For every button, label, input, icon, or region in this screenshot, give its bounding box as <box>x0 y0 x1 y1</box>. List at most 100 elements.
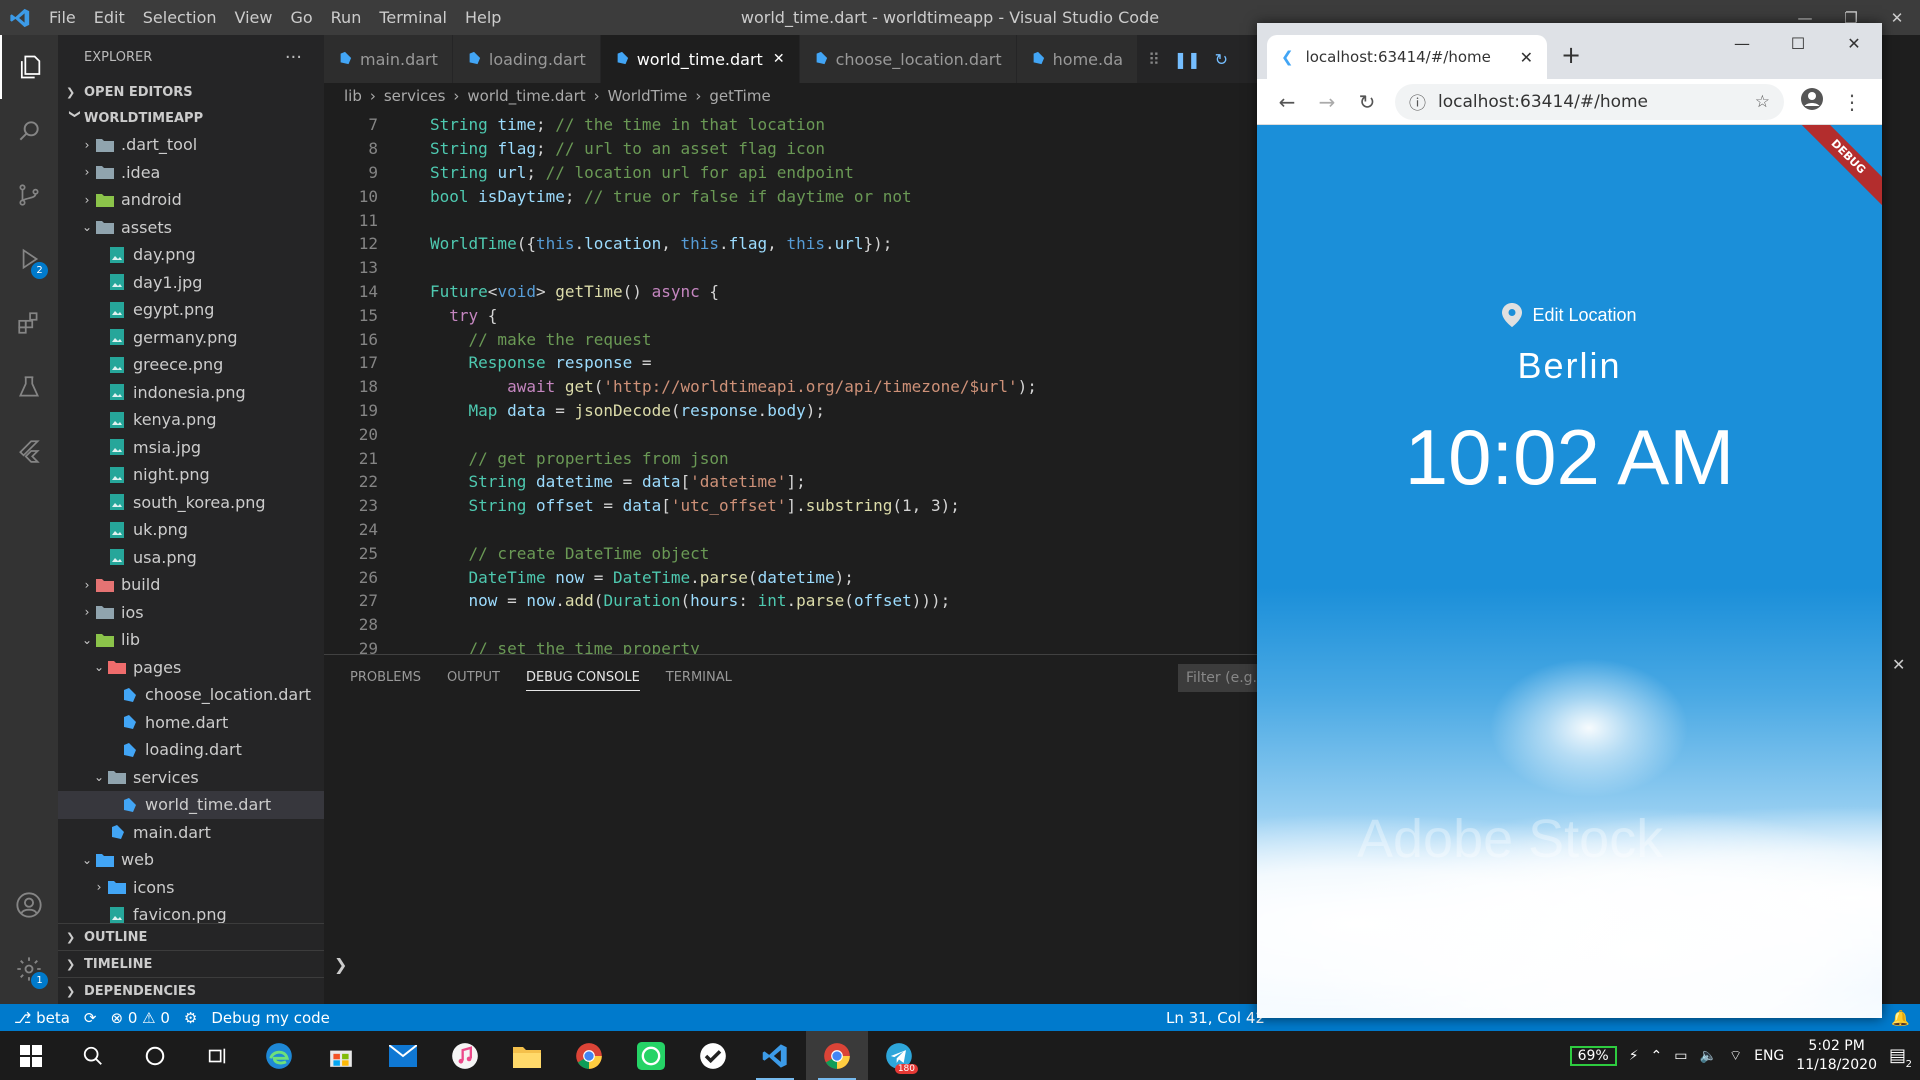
outline-section[interactable]: ❯ OUTLINE <box>58 924 324 950</box>
tree-folder[interactable]: ⌄ assets <box>58 214 324 242</box>
menu-item-terminal[interactable]: Terminal <box>370 0 456 35</box>
tree-file[interactable]: greece.png <box>58 351 324 379</box>
settings-gear-icon[interactable]: 1 <box>0 937 58 1001</box>
run-debug-activity-icon[interactable]: 2 <box>0 227 58 291</box>
tree-folder[interactable]: ⌄ lib <box>58 626 324 654</box>
tree-file[interactable]: egypt.png <box>58 296 324 324</box>
chrome-taskbar-icon-active[interactable] <box>806 1031 868 1080</box>
editor-tab[interactable]: main.dart <box>324 35 453 83</box>
info-icon[interactable]: ⓘ <box>1409 89 1426 114</box>
tree-folder[interactable]: › ios <box>58 599 324 627</box>
new-tab-button[interactable]: + <box>1561 41 1581 69</box>
editor-tab[interactable]: home.da <box>1016 35 1139 83</box>
tree-folder[interactable]: ⌄ services <box>58 764 324 792</box>
tree-file[interactable]: usa.png <box>58 544 324 572</box>
explorer-activity-icon[interactable] <box>0 35 58 99</box>
vscode-taskbar-icon[interactable] <box>744 1031 806 1080</box>
task-view-icon[interactable] <box>186 1031 248 1080</box>
menu-item-go[interactable]: Go <box>281 0 321 35</box>
cursor-position[interactable]: Ln 31, Col 42 <box>1166 1009 1265 1027</box>
search-icon[interactable] <box>62 1031 124 1080</box>
tray-chevron-up-icon[interactable]: ⌃ <box>1651 1048 1663 1064</box>
tree-folder[interactable]: ⌄ web <box>58 846 324 874</box>
timeline-section[interactable]: ❯ TIMELINE <box>58 951 324 977</box>
app-icon[interactable] <box>682 1031 744 1080</box>
tree-file[interactable]: kenya.png <box>58 406 324 434</box>
flutter-activity-icon[interactable] <box>0 419 58 483</box>
cortana-icon[interactable] <box>124 1031 186 1080</box>
browser-tab[interactable]: ❮ localhost:63414/#/home ✕ <box>1267 35 1547 79</box>
tree-file[interactable]: home.dart <box>58 709 324 737</box>
code-editor[interactable]: 7 String time; // the time in that locati… <box>324 113 1260 658</box>
browser-close-button[interactable]: ✕ <box>1826 23 1882 63</box>
testing-activity-icon[interactable] <box>0 355 58 419</box>
telegram-icon[interactable]: 180 <box>868 1031 930 1080</box>
tree-file[interactable]: day.png <box>58 241 324 269</box>
project-section[interactable]: ❯ WORLDTIMEAPP <box>58 105 324 131</box>
forward-arrow-icon[interactable]: → <box>1307 90 1347 114</box>
browser-minimize-button[interactable]: — <box>1714 23 1770 63</box>
accounts-activity-icon[interactable] <box>0 873 58 937</box>
menu-item-help[interactable]: Help <box>456 0 510 35</box>
tree-file[interactable]: uk.png <box>58 516 324 544</box>
panel-tab-debug-console[interactable]: DEBUG CONSOLE <box>525 670 640 691</box>
tree-folder[interactable]: › .idea <box>58 159 324 187</box>
tree-folder[interactable]: › build <box>58 571 324 599</box>
notifications-bell-icon[interactable]: 🔔 <box>1891 1009 1910 1027</box>
reload-icon[interactable]: ↻ <box>1347 90 1387 114</box>
editor-tab[interactable]: loading.dart <box>452 35 601 83</box>
url-input[interactable]: ⓘ localhost:63414/#/home ☆ <box>1395 83 1784 120</box>
windows-start-icon[interactable] <box>0 1031 62 1080</box>
tree-file[interactable]: germany.png <box>58 324 324 352</box>
browser-menu-icon[interactable]: ⋮ <box>1832 90 1872 114</box>
itunes-icon[interactable] <box>434 1031 496 1080</box>
edge-icon[interactable] <box>248 1031 310 1080</box>
tree-file[interactable]: world_time.dart <box>58 791 324 819</box>
menu-item-run[interactable]: Run <box>322 0 371 35</box>
tree-file[interactable]: loading.dart <box>58 736 324 764</box>
menu-item-selection[interactable]: Selection <box>134 0 226 35</box>
panel-tab-terminal[interactable]: TERMINAL <box>666 670 732 685</box>
menu-item-edit[interactable]: Edit <box>85 0 134 35</box>
breadcrumb-item[interactable]: WorldTime <box>608 87 688 105</box>
sync-icon[interactable]: ⟳ <box>84 1009 97 1027</box>
drag-handle-icon[interactable]: ⠿ <box>1148 50 1160 69</box>
pause-icon[interactable]: ❚❚ <box>1174 50 1201 69</box>
menu-item-file[interactable]: File <box>40 0 85 35</box>
clock[interactable]: 5:02 PM 11/18/2020 <box>1796 1037 1877 1075</box>
back-arrow-icon[interactable]: ← <box>1267 90 1307 114</box>
restart-icon[interactable]: ↻ <box>1215 50 1228 69</box>
store-icon[interactable] <box>310 1031 372 1080</box>
source-control-activity-icon[interactable] <box>0 163 58 227</box>
breadcrumb-item[interactable]: getTime <box>709 87 770 105</box>
more-actions-icon[interactable]: ··· <box>285 47 302 68</box>
notification-center-icon[interactable]: ▤ 2 <box>1889 1045 1912 1070</box>
debug-filter-input[interactable]: Filter (e.g. t <box>1178 664 1260 692</box>
bookmark-star-icon[interactable]: ☆ <box>1755 92 1770 112</box>
open-editors-section[interactable]: ❯ OPEN EDITORS <box>58 79 324 105</box>
browser-maximize-button[interactable]: ☐ <box>1770 23 1826 63</box>
menu-item-view[interactable]: View <box>226 0 282 35</box>
tree-folder[interactable]: › icons <box>58 874 324 902</box>
whatsapp-icon[interactable] <box>620 1031 682 1080</box>
tree-file[interactable]: south_korea.png <box>58 489 324 517</box>
tree-folder[interactable]: › android <box>58 186 324 214</box>
tree-folder[interactable]: ⌄ pages <box>58 654 324 682</box>
chrome-icon[interactable] <box>558 1031 620 1080</box>
wifi-icon[interactable]: ⌔ <box>1729 1047 1742 1065</box>
tree-file[interactable]: night.png <box>58 461 324 489</box>
close-panel-icon[interactable]: ✕ <box>1892 655 1905 674</box>
problems-status[interactable]: ⊗ 0 ⚠ 0 <box>110 1009 169 1027</box>
tree-folder[interactable]: › .dart_tool <box>58 131 324 159</box>
language-indicator[interactable]: ENG <box>1754 1048 1784 1064</box>
tree-file[interactable]: msia.jpg <box>58 434 324 462</box>
close-tab-icon[interactable]: ✕ <box>1520 48 1533 67</box>
extensions-activity-icon[interactable] <box>0 291 58 355</box>
close-tab-icon[interactable]: ✕ <box>773 51 785 67</box>
panel-tab-output[interactable]: OUTPUT <box>447 670 500 685</box>
breadcrumb-item[interactable]: services <box>384 87 446 105</box>
tree-file[interactable]: main.dart <box>58 819 324 847</box>
editor-tab[interactable]: world_time.dart ✕ <box>600 35 800 83</box>
dependencies-section[interactable]: ❯ DEPENDENCIES <box>58 978 324 1004</box>
battery-icon[interactable]: ▭ <box>1674 1048 1687 1064</box>
